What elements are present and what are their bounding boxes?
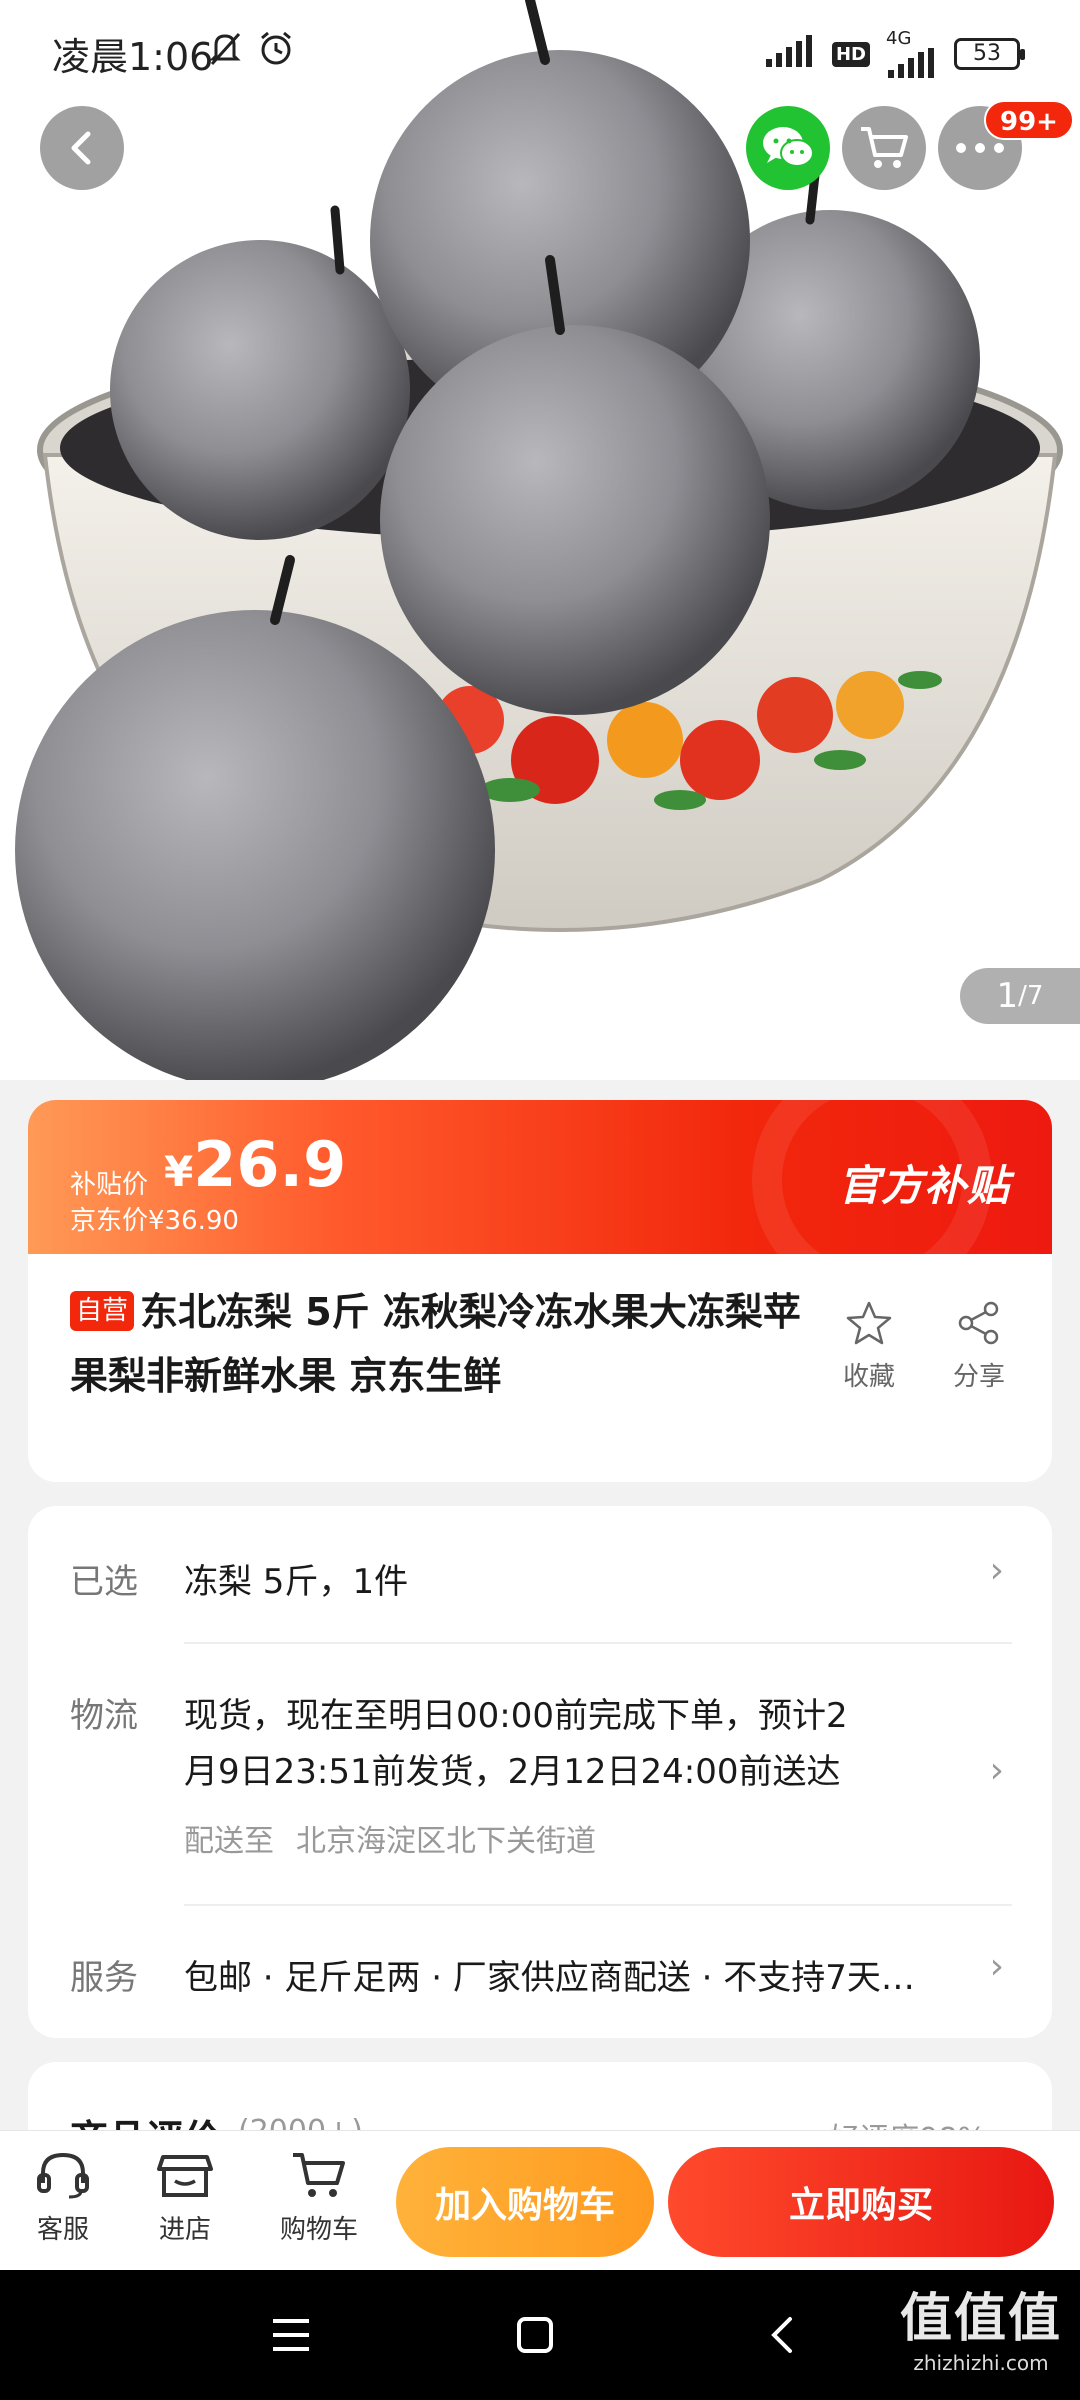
status-time: 凌晨1:06 (52, 35, 214, 79)
ship-to-info: 配送至 北京海淀区北下关街道 (184, 1824, 596, 1859)
home-button[interactable] (500, 2300, 570, 2370)
favorite-button[interactable]: 收藏 (824, 1300, 914, 1393)
logistics-line1: 现货，现在至明日00:00前完成下单，预计2 (184, 1696, 848, 1736)
favorite-label: 收藏 (842, 1362, 895, 1392)
gallery-counter: 1/7 (960, 968, 1080, 1024)
selected-label: 已选 (70, 1562, 138, 1602)
menu-lines-icon (273, 2319, 309, 2351)
headset-icon (37, 2152, 89, 2199)
price-banner: 补贴价 ¥26.9 京东价¥36.90 官方补贴 (28, 1100, 1052, 1254)
store-icon (157, 2155, 213, 2197)
service-label: 服务 (70, 1958, 138, 1998)
share-button[interactable]: 分享 (934, 1300, 1024, 1393)
specs-card: 已选 冻梨 5斤，1件 › 物流 现货，现在至明日00:00前完成下单，预计2 … (28, 1506, 1052, 2038)
back-button[interactable] (40, 106, 124, 190)
service-value: 包邮 · 足斤足两 · 厂家供应商配送 · 不支持7天… (184, 1958, 915, 1998)
status-bar: 凌晨1:06 HD 4G 53 (0, 0, 1080, 100)
message-count-badge: 99+ (984, 100, 1074, 140)
share-icon (958, 1301, 999, 1345)
more-dots-icon (956, 143, 1004, 153)
buy-now-button[interactable]: 立即购买 (668, 2147, 1054, 2257)
self-operated-badge: 自营 (70, 1291, 135, 1331)
subsidy-label: 补贴价 (70, 1170, 149, 1200)
chevron-left-icon (771, 2317, 792, 2353)
star-icon (846, 1301, 892, 1345)
alarm-icon (256, 28, 296, 72)
enter-store-label: 进店 (158, 2215, 211, 2245)
bottom-cart-button[interactable]: 购物车 (264, 2149, 374, 2246)
home-square-icon (517, 2317, 553, 2353)
wechat-share-button[interactable] (746, 106, 830, 190)
gallery-current: 1 (996, 976, 1019, 1016)
bottom-action-bar: 客服 进店 购物车 加入购物车 立即购买 (0, 2130, 1080, 2270)
chevron-right-icon: › (989, 1750, 1004, 1791)
cart-icon (861, 127, 908, 168)
jd-price: 京东价¥36.90 (70, 1206, 239, 1236)
mute-icon (206, 28, 244, 72)
cart-icon (293, 2153, 345, 2197)
product-title-card: 自营 东北冻梨 5斤 冻秋梨冷冻水果大冻梨苹果梨非新鲜水果 京东生鲜 收藏 分享 (28, 1254, 1052, 1482)
system-navigation-bar: 值值值 zhizhizhi.com (0, 2270, 1080, 2400)
official-subsidy-label: 官方补贴 (837, 1161, 1010, 1210)
divider (184, 1904, 1012, 1906)
add-to-cart-button[interactable]: 加入购物车 (396, 2147, 654, 2257)
gallery-total: /7 (1018, 981, 1044, 1011)
header-cart-button[interactable] (842, 106, 926, 190)
wechat-icon (763, 127, 814, 167)
subsidy-price: ¥26.9 (164, 1128, 347, 1201)
logistics-label: 物流 (70, 1696, 138, 1736)
chevron-right-icon: › (989, 1550, 1004, 1591)
customer-service-label: 客服 (36, 2215, 89, 2245)
logistics-line2: 月9日23:51前发货，2月12日24:00前送达 (184, 1752, 841, 1792)
customer-service-button[interactable]: 客服 (8, 2149, 118, 2246)
product-image-gallery[interactable]: 凌晨1:06 HD 4G 53 99+ 1/7 (0, 0, 1080, 1080)
selected-value: 冻梨 5斤，1件 (184, 1562, 409, 1602)
enter-store-button[interactable]: 进店 (130, 2149, 240, 2246)
network-4g-icon: 4G (886, 30, 938, 78)
product-title: 自营 东北冻梨 5斤 冻秋梨冷冻水果大冻梨苹果梨非新鲜水果 京东生鲜 (70, 1290, 801, 1398)
recent-apps-button[interactable] (256, 2300, 326, 2370)
system-back-button[interactable] (746, 2300, 816, 2370)
divider (184, 1642, 1012, 1644)
battery-icon: 53 (954, 38, 1025, 70)
signal-icon (764, 35, 816, 73)
site-watermark: 值值值 zhizhizhi.com (899, 2289, 1062, 2375)
chevron-right-icon: › (989, 1946, 1004, 1987)
share-label: 分享 (952, 1362, 1005, 1392)
chevron-left-icon (71, 131, 91, 165)
cart-label: 购物车 (279, 2215, 358, 2245)
hd-icon: HD (831, 41, 870, 67)
